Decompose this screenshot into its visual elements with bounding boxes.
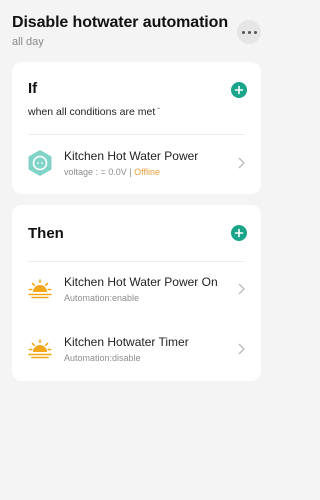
more-options-button[interactable] (237, 20, 261, 44)
condition-mode-label: when all conditions are met (28, 106, 156, 118)
add-action-button[interactable] (231, 225, 247, 241)
action-detail: Automation:enable (64, 293, 140, 303)
then-section-title: Then (28, 225, 64, 242)
then-card: Then Kitchen Hot Water Power On Automati… (12, 205, 261, 381)
action-detail: Automation:disable (64, 353, 141, 363)
page-title: Disable hotwater automation (12, 14, 228, 31)
chevron-down-icon: ˇ (157, 106, 160, 116)
if-card: If when all conditions are met ˇ Kitchen… (12, 62, 261, 194)
action-row[interactable]: Kitchen Hotwater Timer Automation:disabl… (12, 325, 261, 373)
divider (28, 261, 245, 262)
condition-detail: voltage : = 0.0V | Offline (64, 167, 160, 177)
condition-device-name: Kitchen Hot Water Power (64, 149, 199, 163)
chevron-right-icon (238, 343, 245, 355)
offline-status: Offline (134, 167, 160, 177)
chevron-right-icon (238, 157, 245, 169)
more-dots-icon (241, 30, 257, 34)
smart-plug-icon (28, 150, 52, 176)
condition-detail-text: voltage : = 0.0V | (64, 167, 135, 177)
action-name: Kitchen Hot Water Power On (64, 275, 218, 289)
page-subtitle: all day (12, 36, 44, 48)
plus-icon (234, 228, 244, 238)
chevron-right-icon (238, 283, 245, 295)
sunrise-icon (28, 279, 52, 299)
action-row[interactable]: Kitchen Hot Water Power On Automation:en… (12, 265, 261, 313)
add-condition-button[interactable] (231, 82, 247, 98)
plus-icon (234, 85, 244, 95)
action-name: Kitchen Hotwater Timer (64, 335, 189, 349)
if-section-title: If (28, 80, 38, 97)
divider (28, 134, 245, 135)
condition-row[interactable]: Kitchen Hot Water Power voltage : = 0.0V… (12, 139, 261, 187)
header: Disable hotwater automation all day (12, 14, 261, 48)
sunrise-icon (28, 339, 52, 359)
condition-mode-select[interactable]: when all conditions are met ˇ (28, 106, 160, 118)
